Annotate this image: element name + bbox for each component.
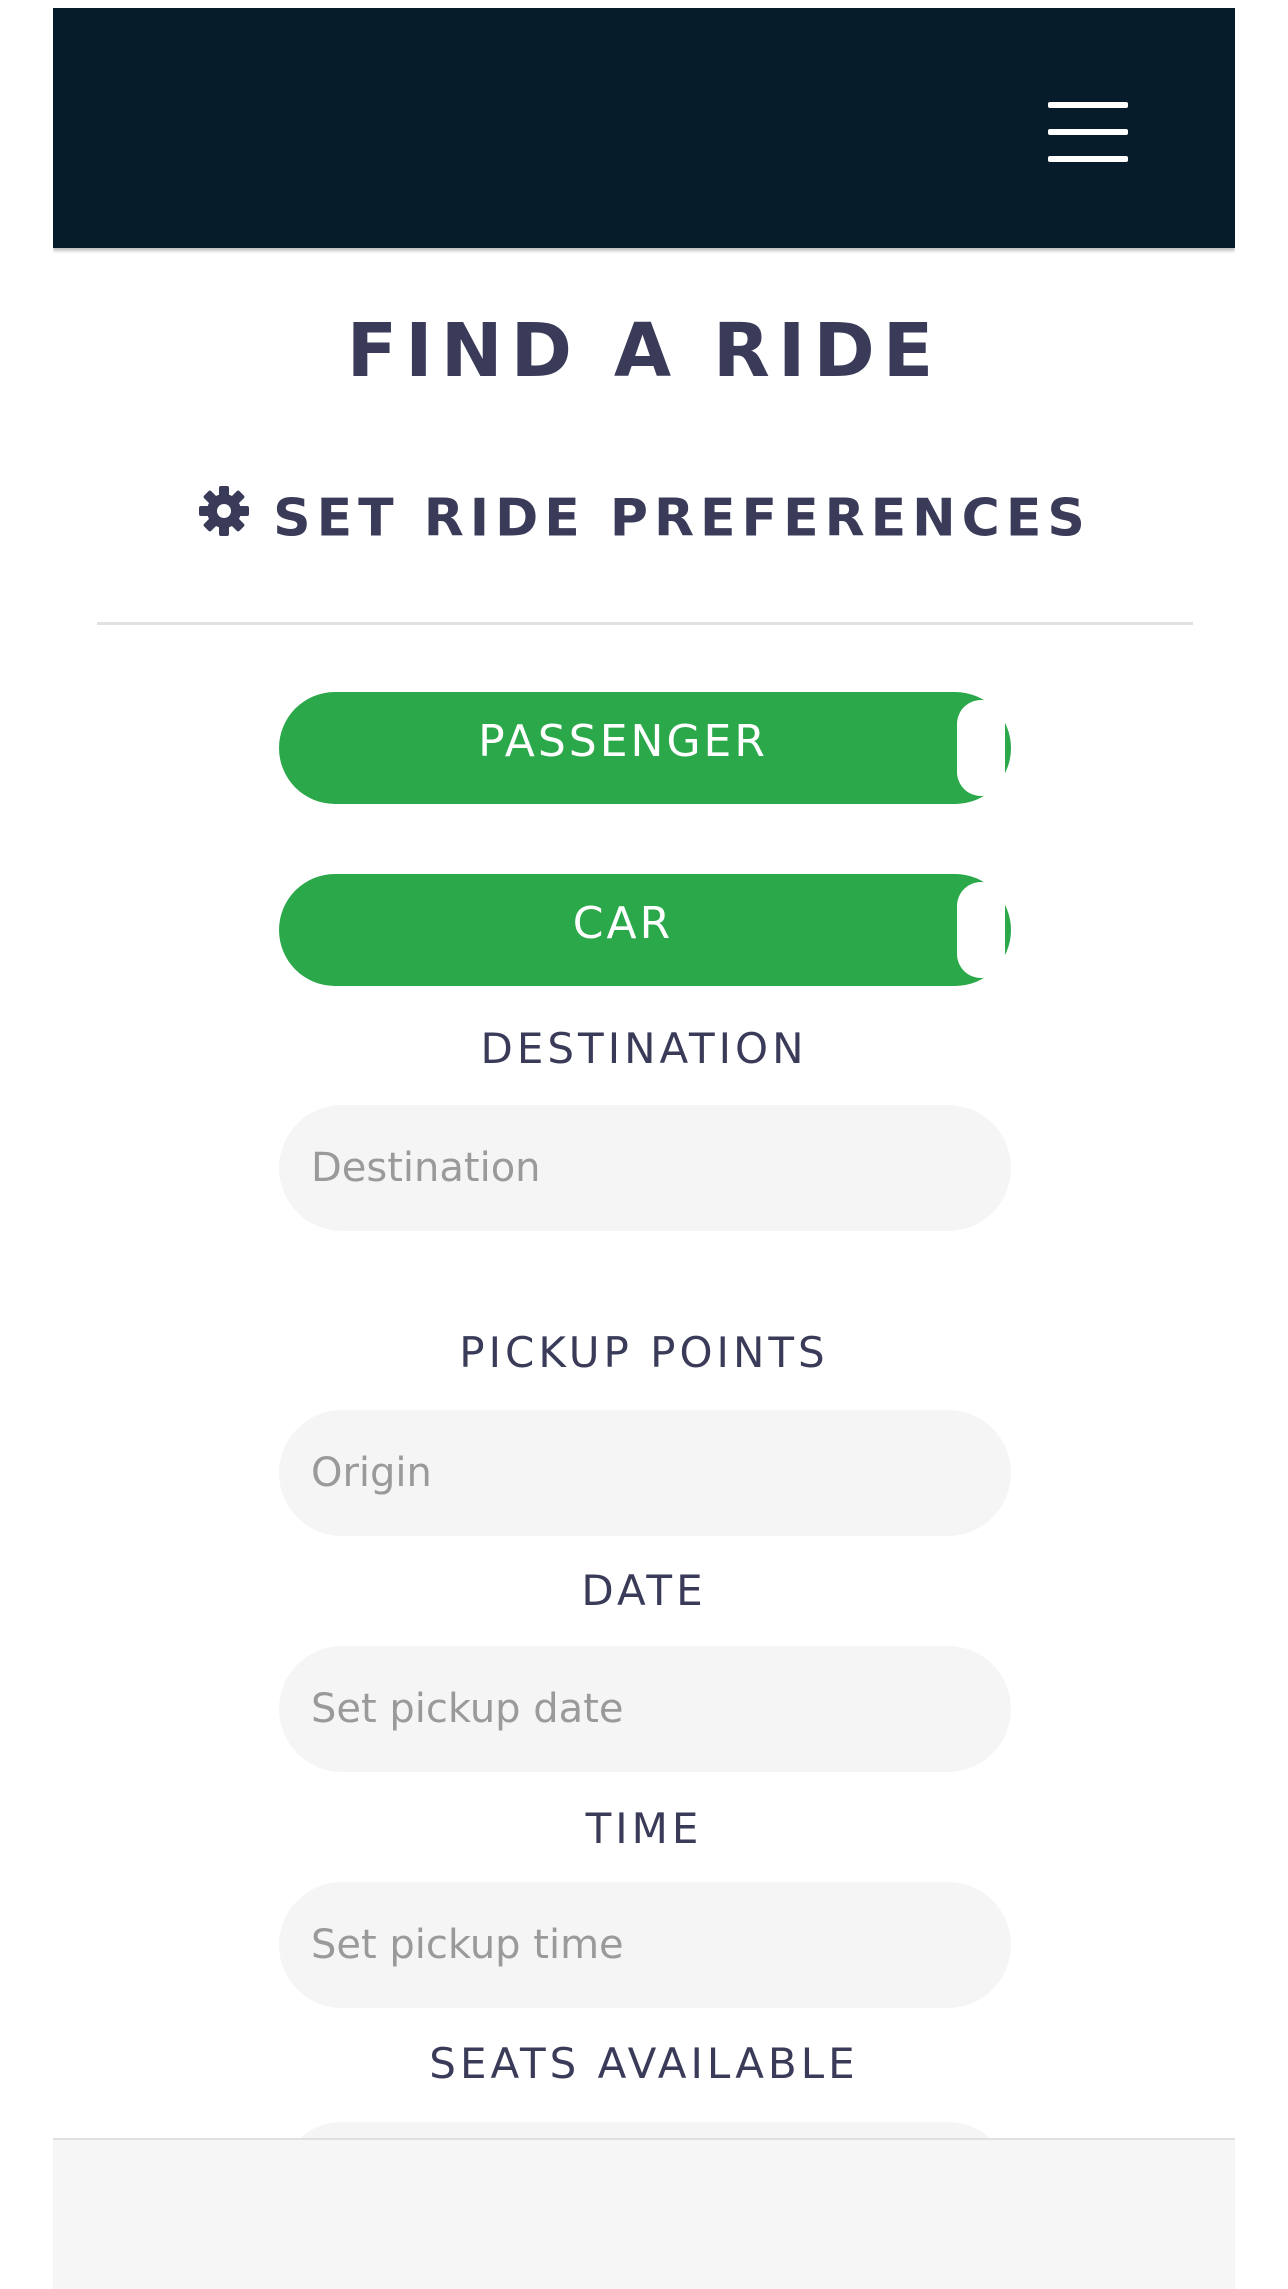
- origin-input[interactable]: [279, 1410, 1011, 1536]
- preferences-heading-text: SET RIDE PREFERENCES: [273, 488, 1091, 549]
- car-toggle[interactable]: CAR: [279, 874, 1011, 986]
- pickup-time-input[interactable]: [279, 1882, 1011, 2008]
- top-navigation-bar: [53, 8, 1235, 248]
- destination-input[interactable]: [279, 1105, 1011, 1231]
- seats-available-label: SEATS AVAILABLE: [429, 2039, 859, 2088]
- car-toggle-label: CAR: [572, 898, 674, 949]
- date-label: DATE: [581, 1566, 707, 1615]
- section-divider: [97, 622, 1193, 625]
- menu-icon-line: [1048, 129, 1128, 135]
- gear-icon: [197, 484, 251, 551]
- menu-icon-line: [1048, 156, 1128, 162]
- time-label: TIME: [585, 1804, 703, 1853]
- page-title: FIND A RIDE: [346, 308, 942, 394]
- app-viewport: FIND A RIDE SET RIDE PREFERENCES PASSENG…: [53, 8, 1235, 2289]
- menu-icon-line: [1048, 102, 1128, 108]
- passenger-toggle[interactable]: PASSENGER: [279, 692, 1011, 804]
- toggle-knob: [957, 700, 1005, 796]
- preferences-heading: SET RIDE PREFERENCES: [53, 486, 1235, 555]
- toggle-knob: [957, 882, 1005, 978]
- destination-label: DESTINATION: [480, 1024, 808, 1073]
- passenger-toggle-label: PASSENGER: [478, 716, 768, 767]
- hamburger-menu-icon[interactable]: [1048, 92, 1128, 172]
- pickup-date-input[interactable]: [279, 1646, 1011, 1772]
- bottom-bar: [53, 2138, 1235, 2289]
- pickup-points-label: PICKUP POINTS: [459, 1328, 829, 1377]
